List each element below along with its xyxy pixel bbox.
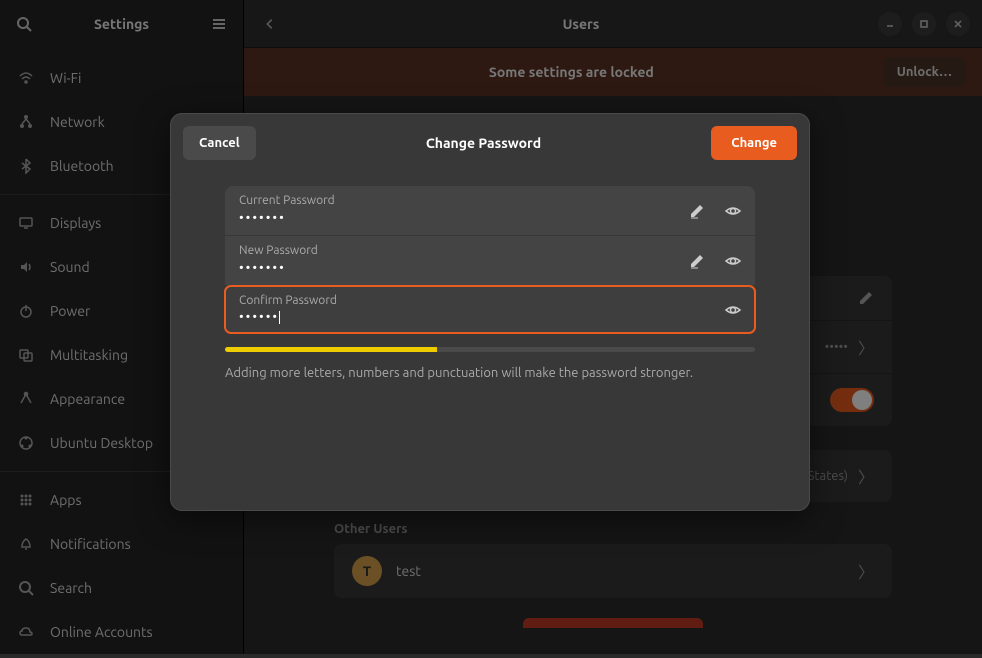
password-strength-bar xyxy=(225,347,755,352)
eye-icon[interactable] xyxy=(723,300,743,320)
field-label: Confirm Password xyxy=(239,294,741,307)
eye-icon[interactable] xyxy=(723,251,743,271)
new-password-input[interactable] xyxy=(239,257,590,277)
field-label: Current Password xyxy=(239,194,741,207)
field-label: New Password xyxy=(239,244,741,257)
current-password-field[interactable]: Current Password xyxy=(225,186,755,235)
new-password-field[interactable]: New Password xyxy=(225,236,755,285)
dialog-title: Change Password xyxy=(256,135,712,151)
dialog-body: Current Password New Password Confirm Pa… xyxy=(171,172,809,510)
eye-icon[interactable] xyxy=(723,201,743,221)
confirm-password-input[interactable]: •••••• xyxy=(239,310,280,324)
pencil-icon[interactable] xyxy=(687,251,707,271)
pencil-icon[interactable] xyxy=(687,201,707,221)
cancel-button[interactable]: Cancel xyxy=(183,126,256,160)
current-password-input[interactable] xyxy=(239,207,590,227)
password-strength-fill xyxy=(225,347,437,352)
change-button[interactable]: Change xyxy=(711,126,797,160)
dialog-header: Cancel Change Password Change xyxy=(171,114,809,172)
change-password-dialog: Cancel Change Password Change Current Pa… xyxy=(170,113,810,511)
confirm-password-field[interactable]: Confirm Password •••••• xyxy=(225,286,755,333)
password-strength-hint: Adding more letters, numbers and punctua… xyxy=(225,366,755,380)
